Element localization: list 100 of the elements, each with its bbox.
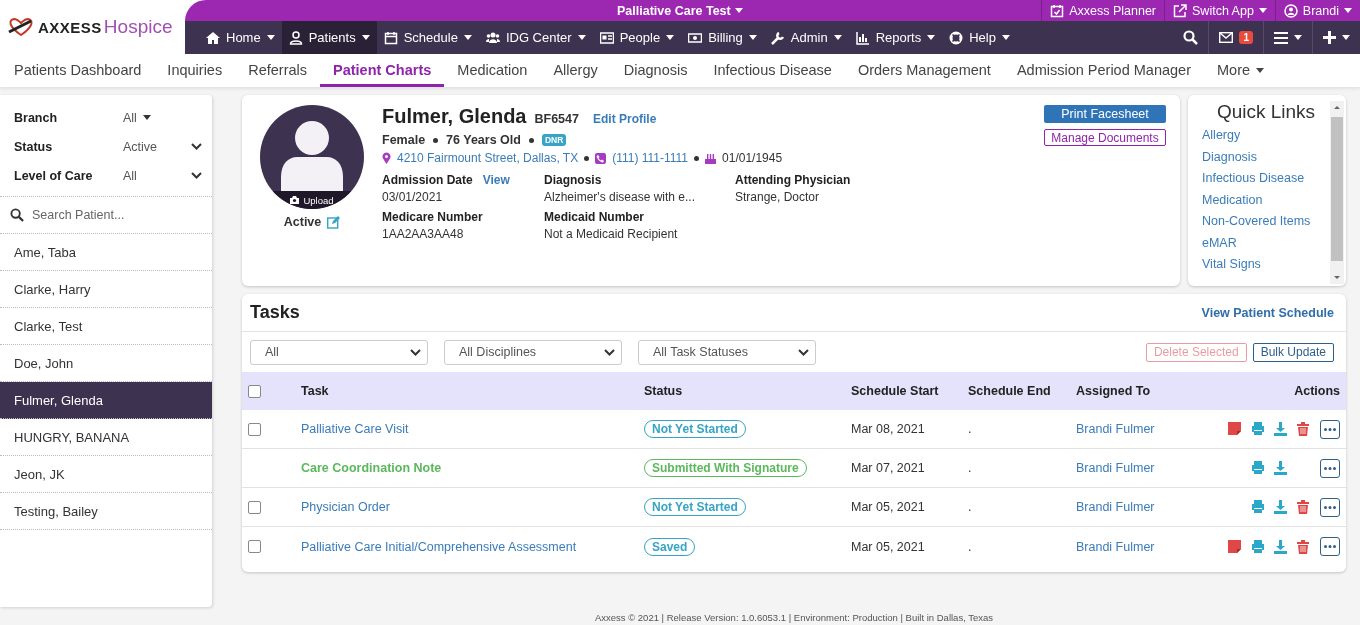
print-facesheet-button[interactable]: Print Facesheet — [1044, 105, 1166, 123]
patient-list-item[interactable]: Doe, John — [0, 345, 212, 382]
print-icon[interactable] — [1251, 422, 1265, 435]
nav-item[interactable]: People — [592, 21, 682, 54]
nav-item[interactable]: Reports — [848, 21, 943, 54]
caret-icon — [1001, 35, 1010, 40]
task-link[interactable]: Palliative Care Initial/Comprehensive Assessment — [301, 539, 577, 554]
end-date: . — [968, 461, 973, 475]
view-schedule-link[interactable]: View Patient Schedule — [1201, 305, 1334, 320]
note-icon[interactable] — [1228, 539, 1241, 553]
subnav-tab[interactable]: More — [1204, 56, 1278, 87]
quick-link[interactable]: Non-Covered Items — [1202, 214, 1330, 236]
filter-select[interactable]: All — [123, 168, 202, 183]
download-icon[interactable] — [1274, 461, 1287, 475]
task-link[interactable]: Palliative Care Visit — [301, 422, 409, 436]
plus-icon — [1323, 31, 1336, 44]
view-link[interactable]: View — [482, 173, 510, 187]
task-filter-select[interactable]: All — [250, 339, 428, 365]
subnav-tab[interactable]: Diagnosis — [610, 56, 701, 87]
field-value: Alzheimer's disease with e... — [544, 190, 697, 204]
row-checkbox[interactable] — [248, 540, 261, 553]
logo-product: Hospice — [103, 16, 173, 38]
patient-list-item[interactable]: Ame, Taba — [0, 234, 212, 271]
birth-date: 01/01/1945 — [722, 151, 783, 165]
home-icon — [206, 30, 220, 45]
filter-select[interactable]: Active — [123, 139, 202, 154]
subnav-tab[interactable]: Infectious Disease — [700, 56, 845, 87]
nav-item[interactable]: Billing — [681, 21, 764, 54]
nav-item[interactable]: Home — [199, 21, 282, 54]
more-button[interactable] — [1320, 419, 1340, 439]
assignee-link[interactable]: Brandi Fulmer — [1076, 422, 1155, 436]
quick-link[interactable]: Infectious Disease — [1202, 171, 1330, 193]
print-icon[interactable] — [1251, 500, 1265, 513]
bulk-update-button[interactable]: Bulk Update — [1252, 342, 1334, 362]
phone-link[interactable]: (111) 111-1111 — [612, 151, 689, 165]
subnav-tab[interactable]: Inquiries — [154, 56, 236, 87]
nav-item[interactable]: Help — [942, 21, 1017, 54]
column-header: Schedule End — [968, 384, 1051, 398]
subnav-tab[interactable]: Allergy — [540, 56, 611, 87]
edit-icon[interactable] — [327, 215, 341, 229]
row-checkbox[interactable] — [248, 422, 261, 436]
patient-list-item[interactable]: Fulmer, Glenda — [0, 382, 212, 419]
nav-item[interactable]: Patients — [281, 21, 377, 54]
edit-profile-link[interactable]: Edit Profile — [592, 112, 657, 126]
assignee-link[interactable]: Brandi Fulmer — [1076, 539, 1155, 554]
location-pin-icon — [382, 152, 391, 164]
task-filter-select[interactable]: All Task Statuses — [638, 339, 816, 365]
quick-link[interactable]: Vital Signs — [1202, 257, 1330, 279]
delete-icon[interactable] — [1297, 500, 1309, 514]
patient-gender: Female — [382, 133, 426, 147]
quick-link[interactable]: Medication — [1202, 192, 1330, 214]
patient-list-item[interactable]: Clarke, Harry — [0, 271, 212, 308]
task-filter-select[interactable]: All Disciplines — [444, 339, 622, 365]
print-icon[interactable] — [1251, 539, 1265, 553]
nav-item[interactable]: IDG Center — [478, 21, 593, 54]
more-button[interactable] — [1320, 497, 1340, 517]
quick-link[interactable]: Diagnosis — [1202, 149, 1330, 171]
list-icon — [1274, 31, 1288, 44]
subnav-tab[interactable]: Patient Charts — [320, 56, 445, 87]
patient-list-item[interactable]: Jeon, JK — [0, 456, 212, 493]
caret-icon — [666, 35, 675, 40]
nav-item[interactable]: Schedule — [376, 21, 479, 54]
assignee-link[interactable]: Brandi Fulmer — [1076, 461, 1155, 475]
select-all-checkbox[interactable] — [248, 384, 261, 398]
delete-icon[interactable] — [1297, 422, 1309, 436]
print-icon[interactable] — [1251, 461, 1265, 474]
filter-dropdown[interactable]: All — [123, 110, 202, 125]
scrollbar[interactable] — [1330, 101, 1344, 284]
delete-icon[interactable] — [1297, 539, 1309, 554]
subnav-tab[interactable]: Orders Management — [844, 56, 1004, 87]
field-label: Diagnosis — [544, 173, 602, 187]
download-icon[interactable] — [1274, 539, 1287, 554]
quick-link[interactable]: Allergy — [1202, 128, 1330, 150]
manage-documents-button[interactable]: Manage Documents — [1044, 129, 1166, 146]
subnav-tab[interactable]: Patients Dashboard — [14, 56, 155, 87]
address-link[interactable]: 4210 Fairmount Street, Dallas, TX — [397, 151, 579, 165]
patient-list-item[interactable]: Clarke, Test — [0, 308, 212, 345]
more-button[interactable] — [1320, 537, 1340, 556]
ellipsis-icon — [1324, 505, 1336, 509]
task-link[interactable]: Physician Order — [301, 500, 390, 514]
context-title[interactable]: Palliative Care Test — [615, 0, 745, 21]
caret-icon — [1344, 8, 1352, 13]
download-icon[interactable] — [1274, 422, 1287, 436]
subnav-tab[interactable]: Admission Period Manager — [1003, 56, 1204, 87]
assignee-link[interactable]: Brandi Fulmer — [1076, 500, 1155, 514]
column-header: Task — [301, 384, 329, 398]
patient-list-item[interactable]: HUNGRY, BANANA — [0, 419, 212, 456]
field-value: 1AA2AA3AA48 — [382, 227, 465, 241]
note-icon[interactable] — [1228, 422, 1241, 435]
download-icon[interactable] — [1274, 500, 1287, 514]
row-checkbox[interactable] — [248, 500, 261, 514]
patient-id: BF6547 — [534, 112, 579, 126]
patient-list-item[interactable]: Testing, Bailey — [0, 493, 212, 530]
end-date: . — [968, 500, 973, 514]
subnav-tab[interactable]: Referrals — [235, 56, 320, 87]
nav-item[interactable]: Admin — [763, 21, 849, 54]
mail-icon — [1219, 32, 1234, 43]
quick-link[interactable]: eMAR — [1202, 235, 1330, 257]
subnav-tab[interactable]: Medication — [444, 56, 541, 87]
more-button[interactable] — [1320, 458, 1340, 478]
